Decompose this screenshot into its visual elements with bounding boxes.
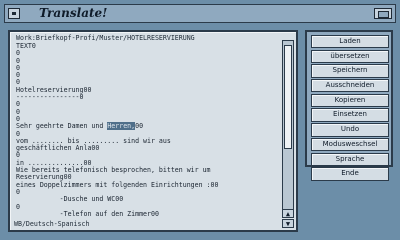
scroll-thumb[interactable] xyxy=(284,45,292,149)
app-title: Translate! xyxy=(39,6,108,20)
end-button[interactable]: Ende xyxy=(311,167,389,181)
save-button[interactable]: Speichern xyxy=(311,64,389,78)
text-line: -Telefon auf den Zimmer00 xyxy=(16,209,159,218)
text-line: eines Doppelzimmers mit folgenden Einric… xyxy=(16,180,219,189)
text-line: 0 xyxy=(16,49,20,58)
undo-button[interactable]: Undo xyxy=(311,123,389,137)
load-button[interactable]: Laden xyxy=(311,35,389,49)
line-prefix: Sehr geehrte Damen und xyxy=(16,122,108,131)
text-line: 0 xyxy=(16,71,20,80)
text-line: 0 xyxy=(16,107,20,116)
paste-button[interactable]: Einsetzen xyxy=(311,108,389,122)
file-path: Work:Briefkopf-Profi/Muster/HOTELRESERVI… xyxy=(16,34,195,42)
selected-word[interactable]: Herren, xyxy=(107,122,136,131)
command-menu: Laden übersetzen Speichern Ausschneiden … xyxy=(305,30,393,181)
selected-text-line[interactable]: Sehr geehrte Damen und Herren,00 xyxy=(16,122,274,131)
text-line: 0 xyxy=(16,63,20,72)
text-line: -Dusche und WC00 xyxy=(16,195,124,204)
text-line: 0 xyxy=(16,100,20,109)
text-line: ----------------0 xyxy=(16,93,84,102)
status-bar: WB/Deutsch-Spanisch xyxy=(14,220,90,228)
scroll-up-icon[interactable]: ▲ xyxy=(282,209,294,218)
app-screen: Translate! Work:Briefkopf-Profi/Muster/H… xyxy=(0,0,400,240)
language-button[interactable]: Sprache xyxy=(311,152,389,166)
editor-text-area[interactable]: TEXT0 0 0 0 0 0 Hotelreservierung00 ----… xyxy=(16,43,274,219)
translate-button[interactable]: übersetzen xyxy=(311,49,389,64)
mode-switch-button[interactable]: Modusweschsel xyxy=(311,137,389,152)
text-line: 0 xyxy=(16,56,20,65)
vertical-scrollbar[interactable] xyxy=(282,40,294,216)
close-icon[interactable] xyxy=(8,8,20,19)
title-bar[interactable]: Translate! xyxy=(4,4,396,23)
cut-button[interactable]: Ausschneiden xyxy=(311,79,389,93)
copy-button[interactable]: Kopieren xyxy=(311,93,389,108)
text-line: TEXT0 xyxy=(16,43,36,50)
text-editor[interactable]: Work:Briefkopf-Profi/Muster/HOTELRESERVI… xyxy=(8,30,298,232)
line-suffix: 00 xyxy=(135,122,144,131)
text-line: geschäftlichen Anla00 xyxy=(16,144,100,153)
window-depth-icon[interactable] xyxy=(374,8,392,19)
